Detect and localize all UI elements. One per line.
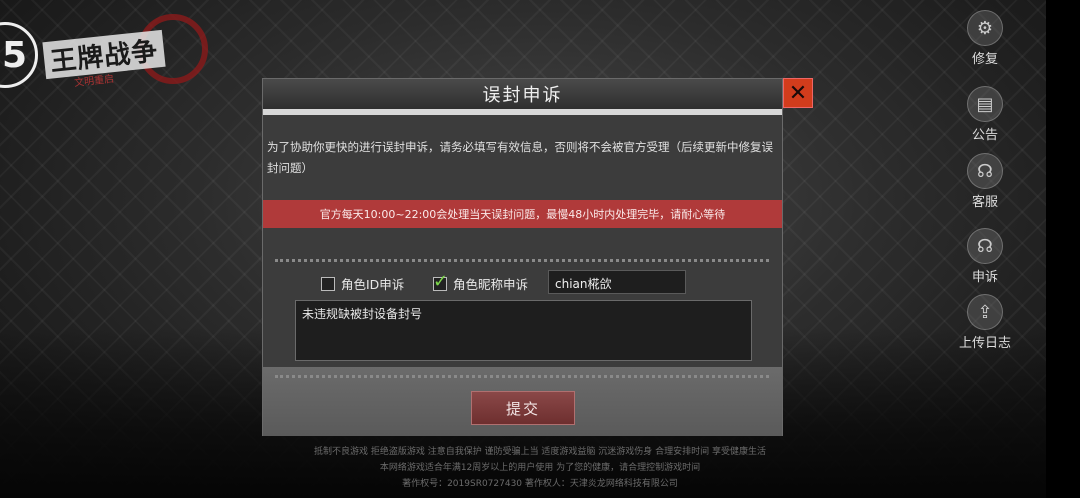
side-item-label: 客服 (971, 195, 998, 210)
side-item-appeal[interactable]: ☊ 申诉 (950, 228, 1020, 285)
dotted-divider (275, 259, 769, 262)
footer-line: 抵制不良游戏 拒绝盗版游戏 注意自我保护 谨防受骗上当 适度游戏益脑 沉迷游戏伤… (313, 447, 767, 457)
side-item-customer-service[interactable]: ☊ 客服 (950, 153, 1020, 210)
upload-icon: ⇪ (967, 294, 1003, 330)
right-edge-bar (1046, 0, 1080, 498)
footer-line: 本网络游戏适合年满12周岁以上的用户使用 为了您的健康，请合理控制游戏时间 (379, 463, 701, 473)
notice-icon: ▤ (967, 86, 1003, 122)
logo-subtitle: 文明重启 (73, 73, 115, 90)
option-role-id[interactable]: 角色ID申诉 (321, 274, 404, 293)
close-button[interactable]: ✕ (783, 78, 813, 108)
dotted-divider (275, 375, 769, 378)
side-item-repair[interactable]: ⚙ 修复 (950, 10, 1020, 67)
header-divider (263, 109, 782, 115)
footer-line: 著作权号：2019SR0727430 著作权人：天津炎龙网络科技有限公司 (402, 479, 678, 489)
notice-bar: 官方每天10:00~22:00会处理当天误封问题，最慢48小时内处理完毕，请耐心… (263, 200, 782, 228)
side-item-label: 修复 (971, 52, 998, 67)
appeal-dialog: 误封申诉 ✕ 为了协助你更快的进行误封申诉，请务必填写有效信息，否则将不会被官方… (262, 78, 813, 436)
option-label: 角色昵称申诉 (453, 277, 529, 292)
submit-button[interactable]: 提交 (471, 391, 575, 425)
option-label: 角色ID申诉 (341, 277, 405, 292)
gear-icon: ⚙ (967, 10, 1003, 46)
side-item-label: 申诉 (971, 270, 998, 285)
side-item-label: 上传日志 (958, 336, 1011, 351)
side-item-upload-log[interactable]: ⇪ 上传日志 (950, 294, 1020, 351)
checkbox-role-nickname[interactable] (433, 271, 448, 292)
info-text: 为了协助你更快的进行误封申诉，请务必填写有效信息，否则将不会被官方受理（后续更新… (267, 140, 773, 175)
nickname-input[interactable]: chian椛欱 (548, 270, 686, 294)
option-role-nickname[interactable]: 角色昵称申诉 (433, 271, 529, 293)
checkbox-role-id[interactable] (321, 276, 335, 291)
dialog-header: 误封申诉 (263, 79, 782, 109)
side-item-label: 公告 (971, 128, 998, 143)
side-item-notice[interactable]: ▤ 公告 (950, 86, 1020, 143)
dialog-title: 误封申诉 (482, 85, 563, 106)
reason-textarea[interactable]: 未违规缺被封设备封号 (295, 300, 752, 361)
appeal-headset-icon: ☊ (967, 228, 1003, 264)
headset-icon: ☊ (967, 153, 1003, 189)
footer-notice: 抵制不良游戏 拒绝盗版游戏 注意自我保护 谨防受骗上当 适度游戏益脑 沉迷游戏伤… (0, 444, 1080, 492)
game-logo: 王牌战争 文明重启 (42, 14, 208, 90)
